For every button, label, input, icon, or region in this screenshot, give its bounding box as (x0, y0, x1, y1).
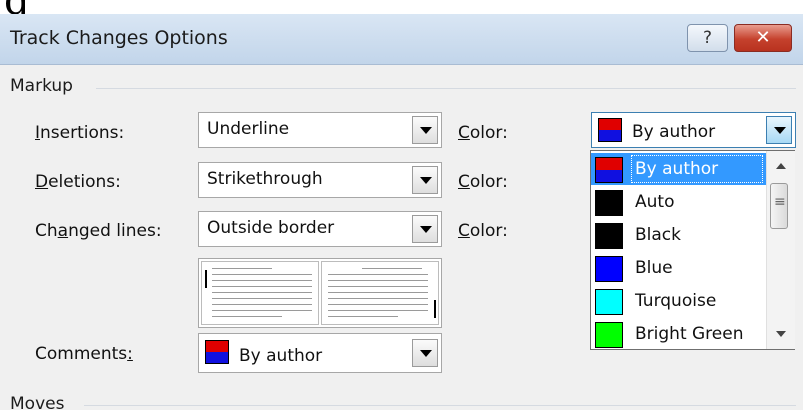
close-button[interactable]: ✕ (734, 24, 792, 52)
preview-page-left (201, 261, 319, 325)
list-item[interactable]: Blue (591, 252, 767, 284)
color-swatch-icon (595, 223, 623, 249)
chevron-down-icon[interactable] (412, 116, 438, 144)
deletions-color-label: Color: (458, 172, 508, 192)
changed-lines-label: Changed lines: (35, 221, 162, 241)
deletions-label: Deletions: (35, 172, 121, 192)
insertions-label: Insertions: (35, 123, 125, 143)
list-item[interactable]: Black (591, 219, 767, 251)
chevron-down-icon[interactable] (412, 166, 438, 194)
scroll-down-arrow-icon[interactable] (776, 331, 786, 337)
dropdown-scrollbar[interactable] (766, 151, 795, 349)
insertions-color-label: Color: (458, 123, 508, 143)
background-document: g (0, 0, 803, 14)
chevron-down-icon[interactable] (412, 215, 438, 243)
color-swatch-icon (595, 190, 623, 216)
scroll-thumb[interactable] (770, 183, 788, 229)
preview-page-right (321, 261, 439, 325)
changed-lines-select[interactable]: Outside border (198, 211, 442, 247)
color-swatch-icon (595, 256, 623, 282)
markup-section-label: Markup (10, 76, 73, 96)
list-item-label: Bright Green (635, 324, 744, 344)
insertions-value: Underline (207, 119, 290, 139)
list-item-label: Black (635, 225, 681, 245)
list-item-label: Turquoise (635, 291, 717, 311)
background-text-fragment: g (4, 0, 30, 14)
chevron-down-icon[interactable] (412, 339, 438, 367)
comments-select[interactable]: By author (198, 333, 442, 373)
help-button[interactable]: ? (687, 24, 728, 52)
by-author-swatch-icon (598, 118, 622, 142)
scroll-up-arrow-icon[interactable] (776, 163, 786, 169)
list-item[interactable]: Bright Green (591, 318, 767, 349)
list-item[interactable]: By author (591, 153, 767, 185)
by-author-swatch-icon (205, 340, 229, 364)
deletions-select[interactable]: Strikethrough (198, 162, 442, 198)
comments-value: By author (239, 346, 323, 366)
changed-lines-color-label: Color: (458, 221, 508, 241)
moves-separator (84, 405, 796, 406)
color-swatch-icon (595, 322, 623, 348)
list-item[interactable]: Auto (591, 186, 767, 218)
dialog-title: Track Changes Options (10, 27, 228, 49)
list-item-label: Blue (635, 258, 673, 278)
deletions-value: Strikethrough (207, 169, 323, 189)
list-item[interactable]: Turquoise (591, 285, 767, 317)
chevron-down-icon[interactable] (766, 116, 792, 144)
insertions-color-select[interactable]: By author (591, 112, 796, 148)
moves-section-label: Moves (10, 394, 65, 414)
comments-label: Comments: (35, 344, 133, 364)
insertions-color-value: By author (632, 122, 716, 142)
changed-lines-value: Outside border (207, 218, 335, 238)
markup-preview (198, 258, 442, 328)
insertions-select[interactable]: Underline (198, 112, 442, 148)
markup-separator (96, 88, 796, 89)
color-swatch-icon (595, 289, 623, 315)
list-item-label: Auto (635, 192, 675, 212)
list-item-label: By author (635, 159, 719, 179)
color-swatch-icon (595, 157, 623, 183)
color-dropdown-list[interactable]: By author Auto Black Blue Turquoise Brig… (590, 150, 795, 350)
